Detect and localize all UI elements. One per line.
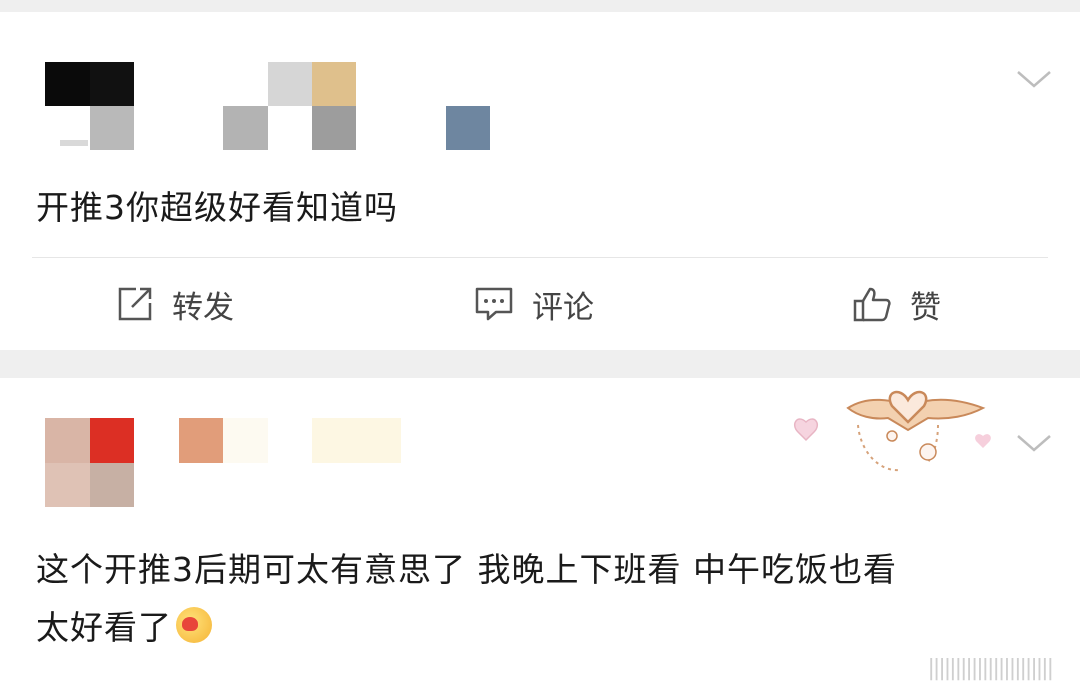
chevron-down-icon[interactable] — [1014, 58, 1054, 98]
post-card-2: 这个开推3后期可太有意思了 我晚上下班看 中午吃饭也看 太好看了 |||||||… — [0, 378, 1080, 693]
watermark: ||||||||||||||||||||||| — [927, 656, 1054, 681]
post-text-line1: 这个开推3后期可太有意思了 我晚上下班看 中午吃饭也看 — [36, 550, 897, 589]
repost-label: 转发 — [172, 289, 234, 326]
thumbs-up-icon — [853, 287, 891, 322]
like-label: 赞 — [910, 289, 941, 326]
chevron-down-icon[interactable] — [1014, 422, 1054, 462]
repost-icon — [118, 287, 152, 321]
post-text: 开推3你超级好看知道吗 — [36, 188, 398, 227]
heart-jewelry-decoration — [794, 390, 991, 472]
like-button[interactable]: 赞 — [852, 282, 941, 326]
divider — [32, 257, 1048, 258]
post-text-line2-label: 太好看了 — [36, 608, 172, 647]
comment-icon — [475, 287, 513, 321]
repost-button[interactable]: 转发 — [116, 282, 234, 326]
heart-eyes-emoji-icon — [176, 607, 212, 643]
post-text-line2: 太好看了 — [36, 600, 212, 656]
comment-button[interactable]: 评论 — [474, 282, 594, 326]
post-card-1: 开推3你超级好看知道吗 转发 评论 赞 — [0, 12, 1080, 350]
comment-label: 评论 — [532, 289, 594, 326]
